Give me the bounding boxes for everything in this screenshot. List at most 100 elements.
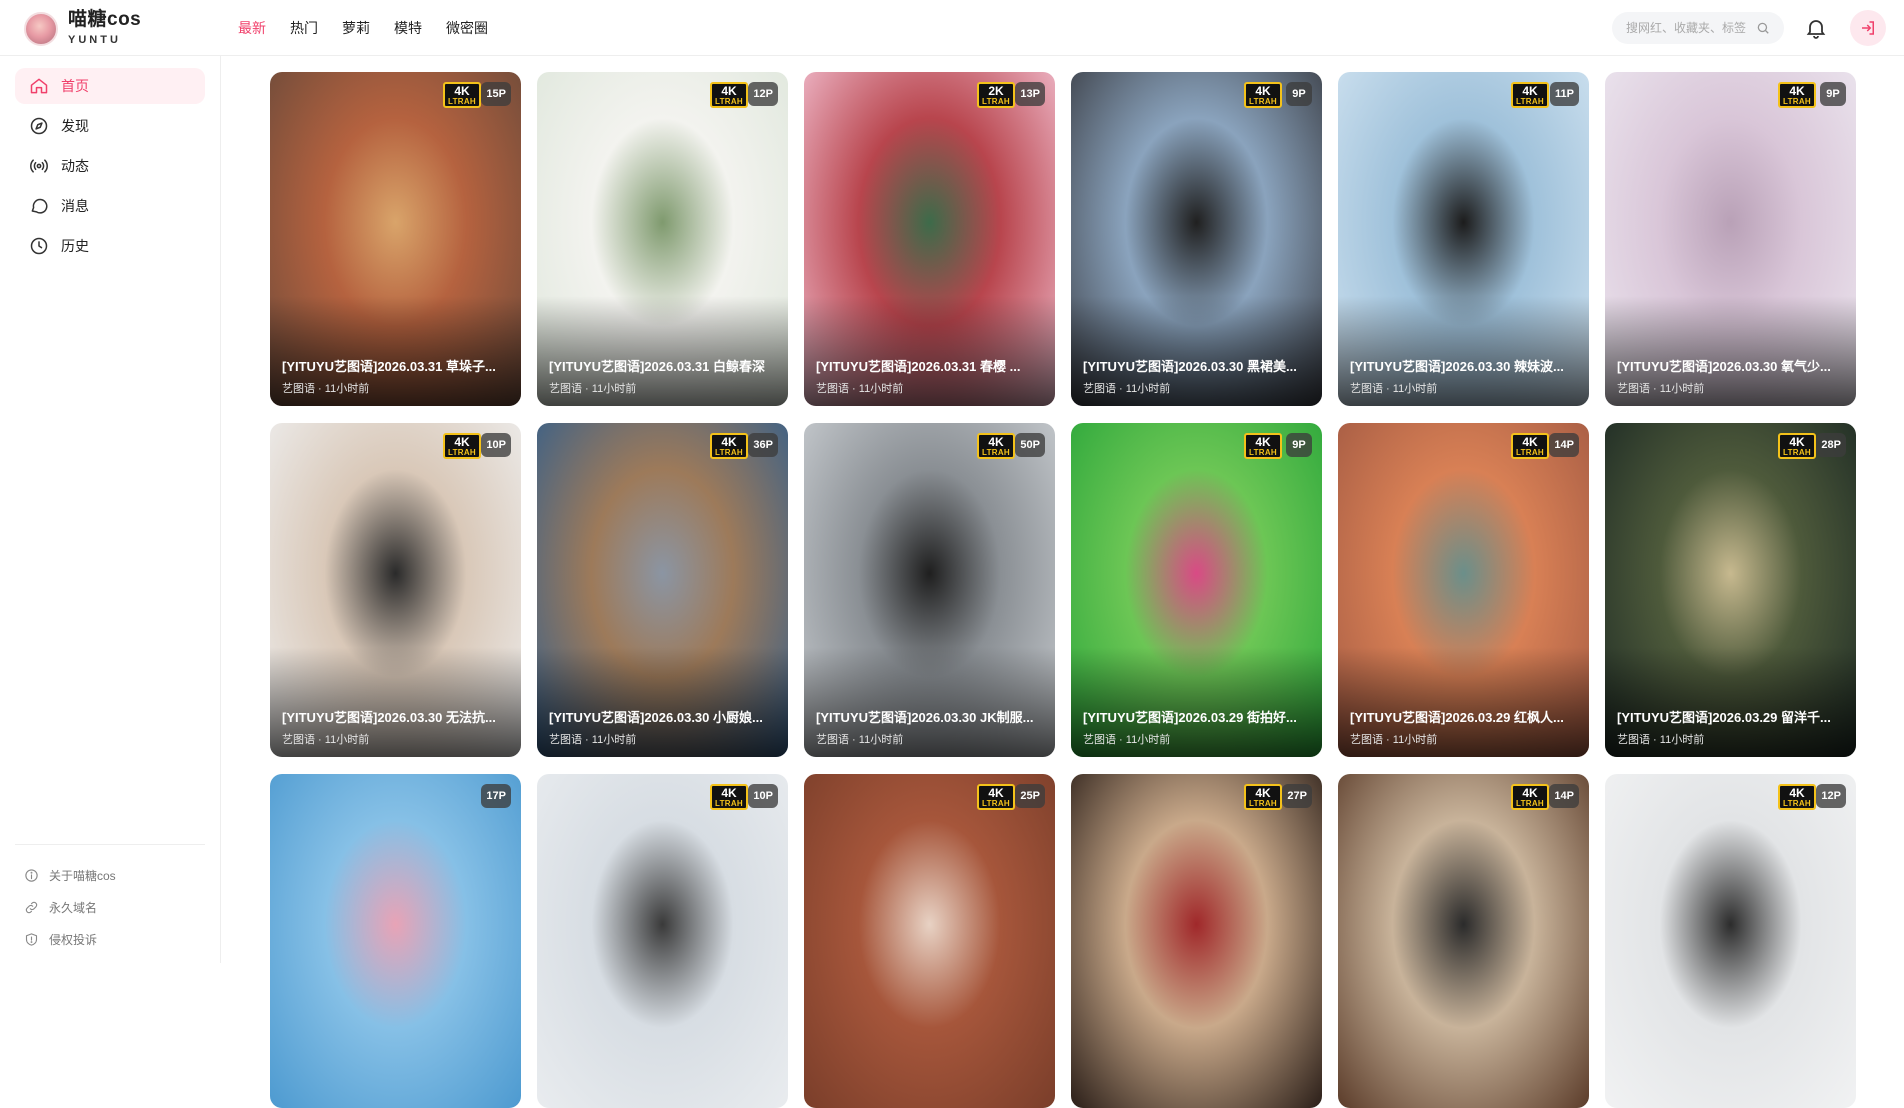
photo-count-badge: 9P (1286, 433, 1312, 457)
card-meta: 艺图语 · 11小时前 (1083, 734, 1171, 746)
sidebar-item-label: 发现 (61, 118, 89, 134)
card-thumbnail (1605, 774, 1856, 1108)
gallery-card[interactable]: 4K LTRAH 10P [YITUYU艺图语]2026.03.30 无法抗... 艺图… (270, 423, 521, 757)
resolution-badge: 4K LTRAH (1244, 433, 1282, 459)
footer-link-3[interactable]: 侵权投诉 (24, 928, 116, 950)
nav-item-3[interactable]: 萝莉 (342, 18, 370, 38)
gallery-card[interactable]: 4K LTRAH 14P [YITUYU艺图语]2026.03.29 红枫人... 艺图… (1338, 423, 1589, 757)
bell-icon[interactable] (1804, 16, 1828, 40)
card-meta: 艺图语 · 11小时前 (1083, 383, 1171, 395)
card-title[interactable]: [YITUYU艺图语]2026.03.31 春樱 ... (816, 358, 1043, 376)
resolution-badge: 4K LTRAH (1778, 784, 1816, 810)
resolution-badge: 4K LTRAH (1778, 433, 1816, 459)
resolution-badge: 4K LTRAH (1244, 784, 1282, 810)
card-meta: 艺图语 · 11小时前 (282, 734, 370, 746)
gallery-card[interactable]: 4K LTRAH 50P [YITUYU艺图语]2026.03.30 JK制服... 艺… (804, 423, 1055, 757)
gallery-card[interactable]: 4K LTRAH 11P [YITUYU艺图语]2026.03.30 辣妹波... 艺图… (1338, 72, 1589, 406)
card-title[interactable]: [YITUYU艺图语]2026.03.30 氧气少... (1617, 358, 1844, 376)
footer-link-label: 侵权投诉 (49, 932, 98, 947)
photo-count-badge: 28P (1816, 433, 1846, 457)
photo-count-badge: 14P (1549, 433, 1579, 457)
photo-count-badge: 12P (1816, 784, 1846, 808)
footer-link-label: 永久域名 (49, 900, 98, 915)
resolution-badge: 4K LTRAH (977, 433, 1015, 459)
gallery-card[interactable]: 4K LTRAH 9P [YITUYU艺图语]2026.03.29 街拍好... 艺图语… (1071, 423, 1322, 757)
resolution-badge: 4K LTRAH (443, 82, 481, 108)
gallery-card[interactable]: 2K LTRAH 13P [YITUYU艺图语]2026.03.31 春樱 ... 艺图… (804, 72, 1055, 406)
card-meta: 艺图语 · 11小时前 (1350, 734, 1438, 746)
card-thumbnail (804, 774, 1055, 1108)
gallery-card[interactable]: 4K LTRAH 10P (537, 774, 788, 1108)
login-button[interactable] (1850, 10, 1886, 46)
footer-link-2[interactable]: 永久域名 (24, 896, 116, 918)
sidebar-item-1[interactable]: 首页 (15, 68, 205, 104)
photo-count-badge: 14P (1549, 784, 1579, 808)
card-title[interactable]: [YITUYU艺图语]2026.03.29 留洋千... (1617, 709, 1844, 727)
sidebar-menu: 首页发现动态消息历史 (15, 68, 205, 268)
gallery-card[interactable]: 4K LTRAH 9P [YITUYU艺图语]2026.03.30 黑裙美... 艺图语… (1071, 72, 1322, 406)
gallery-card[interactable]: 4K LTRAH 25P (804, 774, 1055, 1108)
card-title[interactable]: [YITUYU艺图语]2026.03.30 无法抗... (282, 709, 509, 727)
search-box[interactable] (1612, 12, 1784, 44)
nav-item-5[interactable]: 微密圈 (446, 18, 488, 38)
sidebar-item-5[interactable]: 历史 (15, 228, 205, 264)
photo-count-badge: 11P (1550, 82, 1579, 106)
card-title[interactable]: [YITUYU艺图语]2026.03.30 小厨娘... (549, 709, 776, 727)
clock-icon (30, 237, 48, 255)
sidebar-item-label: 首页 (61, 78, 89, 94)
message-icon (31, 198, 48, 214)
sidebar-item-label: 历史 (61, 238, 89, 254)
broadcast-icon (30, 159, 48, 173)
card-title[interactable]: [YITUYU艺图语]2026.03.31 草垛子... (282, 358, 509, 376)
card-meta: 艺图语 · 11小时前 (549, 734, 637, 746)
card-title[interactable]: [YITUYU艺图语]2026.03.30 辣妹波... (1350, 358, 1577, 376)
resolution-badge: 4K LTRAH (710, 82, 748, 108)
gallery-card[interactable]: 4K LTRAH 15P [YITUYU艺图语]2026.03.31 草垛子... 艺图… (270, 72, 521, 406)
gallery-card[interactable]: 17P (270, 774, 521, 1108)
sidebar-item-2[interactable]: 发现 (15, 108, 205, 144)
gallery-card[interactable]: 4K LTRAH 36P [YITUYU艺图语]2026.03.30 小厨娘... 艺图… (537, 423, 788, 757)
card-title[interactable]: [YITUYU艺图语]2026.03.30 黑裙美... (1083, 358, 1310, 376)
site-logo[interactable]: 喵糖cos YUNTU (24, 10, 141, 47)
card-title[interactable]: [YITUYU艺图语]2026.03.31 白鲸春深 (549, 358, 776, 376)
logo-title: 喵糖cos (68, 9, 142, 30)
sidebar-divider (15, 844, 205, 845)
nav-item-1[interactable]: 最新 (238, 18, 266, 38)
gallery-card[interactable]: 4K LTRAH 9P [YITUYU艺图语]2026.03.30 氧气少... 艺图语… (1605, 72, 1856, 406)
gallery-card[interactable]: 4K LTRAH 12P [YITUYU艺图语]2026.03.31 白鲸春深 艺图语 … (537, 72, 788, 406)
nav-item-4[interactable]: 模特 (394, 18, 422, 38)
footer-link-1[interactable]: 关于喵糖cos (24, 864, 116, 886)
resolution-badge: 4K LTRAH (1511, 433, 1549, 459)
nav-item-2[interactable]: 热门 (290, 18, 318, 38)
resolution-badge: 2K LTRAH (977, 82, 1015, 108)
card-title[interactable]: [YITUYU艺图语]2026.03.29 红枫人... (1350, 709, 1577, 727)
search-icon[interactable] (1756, 21, 1770, 35)
search-input[interactable] (1626, 21, 1756, 35)
resolution-badge: 4K LTRAH (1511, 82, 1549, 108)
card-meta: 艺图语 · 11小时前 (1617, 734, 1705, 746)
resolution-badge: 4K LTRAH (977, 784, 1015, 810)
gallery-card[interactable]: 4K LTRAH 27P (1071, 774, 1322, 1108)
sidebar-item-3[interactable]: 动态 (15, 148, 205, 184)
photo-count-badge: 17P (481, 784, 511, 808)
photo-count-badge: 9P (1820, 82, 1846, 106)
card-thumbnail (537, 774, 788, 1108)
card-thumbnail (270, 774, 521, 1108)
resolution-badge: 4K LTRAH (1778, 82, 1816, 108)
photo-count-badge: 10P (481, 433, 511, 457)
sidebar-item-4[interactable]: 消息 (15, 188, 205, 224)
logo-subtitle: YUNTU (68, 34, 121, 46)
gallery-card[interactable]: 4K LTRAH 28P [YITUYU艺图语]2026.03.29 留洋千... 艺图… (1605, 423, 1856, 757)
top-header: 喵糖cos YUNTU 最新 热门 萝莉 模特 微密圈 (0, 0, 1904, 56)
shield-icon (25, 932, 38, 946)
card-meta: 艺图语 · 11小时前 (1617, 383, 1705, 395)
link-icon (25, 901, 38, 913)
gallery-card[interactable]: 4K LTRAH 14P (1338, 774, 1589, 1108)
card-title[interactable]: [YITUYU艺图语]2026.03.30 JK制服... (816, 709, 1043, 727)
card-meta: 艺图语 · 11小时前 (282, 383, 370, 395)
card-meta: 艺图语 · 11小时前 (816, 383, 904, 395)
sidebar-footer: 关于喵糖cos 永久域名侵权投诉 (24, 864, 116, 960)
gallery-card[interactable]: 4K LTRAH 12P (1605, 774, 1856, 1108)
photo-count-badge: 9P (1286, 82, 1312, 106)
card-title[interactable]: [YITUYU艺图语]2026.03.29 街拍好... (1083, 709, 1310, 727)
